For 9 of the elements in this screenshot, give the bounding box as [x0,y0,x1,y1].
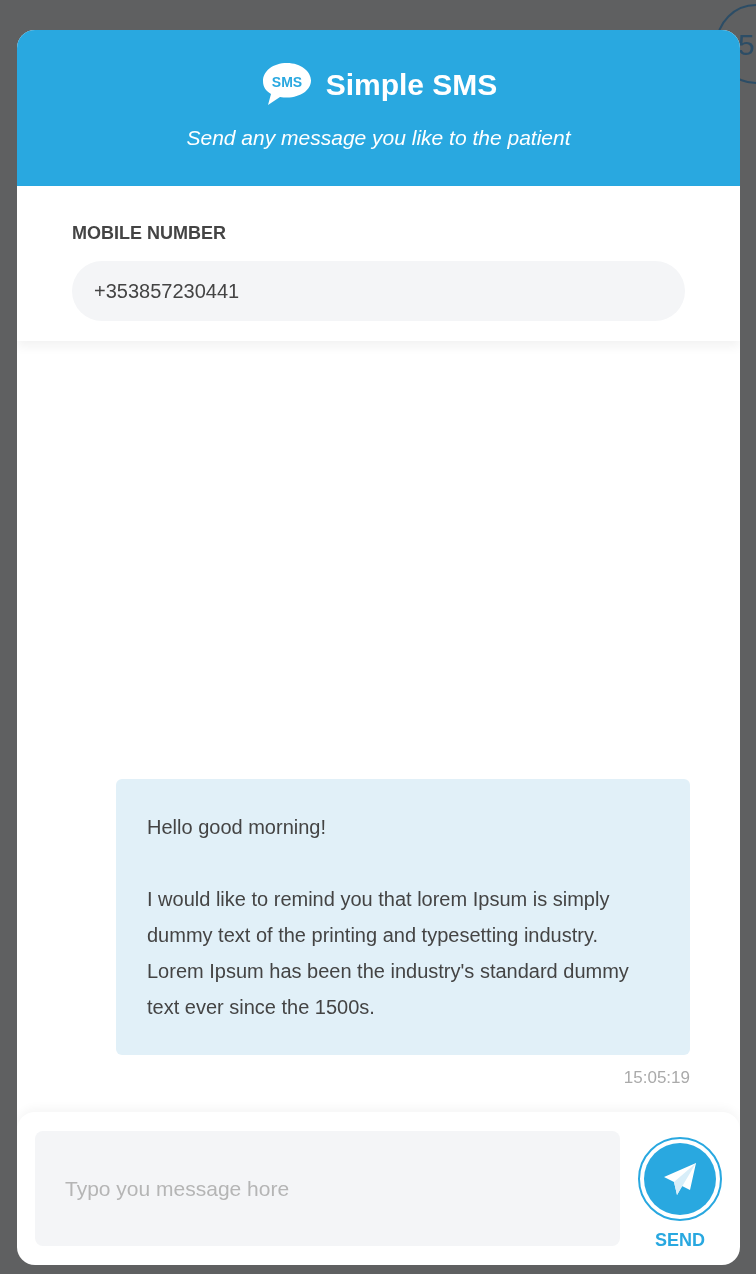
send-label: SEND [655,1229,705,1252]
message-text: I would like to remind you that lorem Ipsum is simply dummy text of the printing and typesetting industry. Lorem Ipsum has been the industry's standard dummy text ever since the 1500s. [147,886,630,1020]
dialog-subtitle: Send any message you like to the patient [186,125,571,151]
field-label: MOBILE NUMBER [72,222,227,245]
mobile-number-field[interactable]: +353857230441 [72,261,685,321]
message-text: Hello good morning! [147,814,327,840]
dialog-title: Simple SMS [325,66,498,103]
message-time: 15:05:19 [623,1066,690,1089]
send-button[interactable] [638,1137,722,1221]
